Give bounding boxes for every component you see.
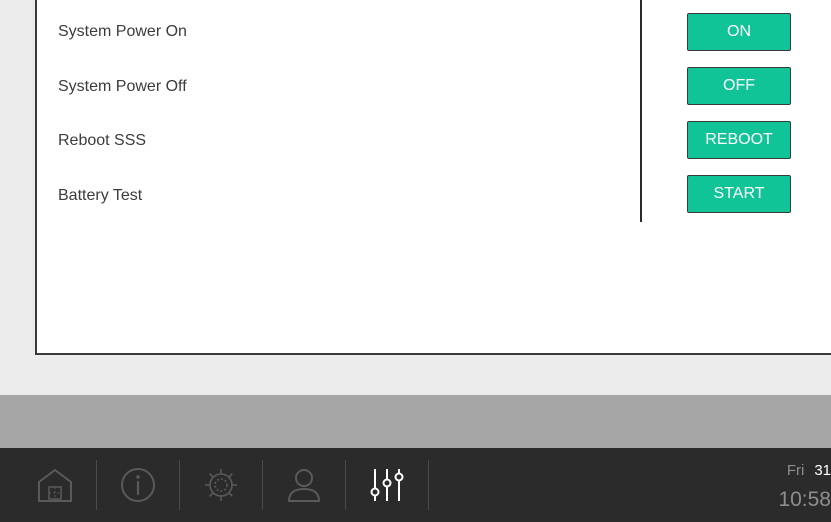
info-button[interactable] — [97, 448, 179, 522]
battery-test-label: Battery Test — [58, 187, 143, 204]
reboot-button[interactable]: REBOOT — [687, 121, 791, 159]
system-controls-button[interactable] — [346, 448, 428, 522]
taskbar-separator — [428, 460, 429, 510]
taskbar — [0, 448, 831, 522]
power-on-button[interactable]: ON — [687, 13, 791, 51]
reboot-sss-label: Reboot SSS — [58, 132, 147, 149]
system-power-off-label: System Power Off — [58, 78, 187, 95]
settings-button[interactable] — [180, 448, 262, 522]
home-button[interactable] — [14, 448, 96, 522]
column-divider — [640, 0, 642, 222]
user-icon — [284, 465, 324, 505]
home-icon — [35, 465, 75, 505]
power-off-button[interactable]: OFF — [687, 67, 791, 105]
battery-test-start-button[interactable]: START — [687, 175, 791, 213]
date-display: Fri 31 — [787, 462, 831, 480]
info-icon — [118, 465, 158, 505]
day-number: 31 — [814, 462, 831, 479]
day-name: Fri — [786, 462, 805, 479]
clock: 10:58 — [778, 488, 831, 511]
system-power-on-label: System Power On — [58, 23, 187, 40]
system-control-panel: System Power On System Power Off Reboot … — [35, 0, 831, 355]
status-bar — [0, 395, 831, 448]
gear-icon — [201, 465, 241, 505]
user-button[interactable] — [263, 448, 345, 522]
sliders-icon — [367, 465, 407, 505]
